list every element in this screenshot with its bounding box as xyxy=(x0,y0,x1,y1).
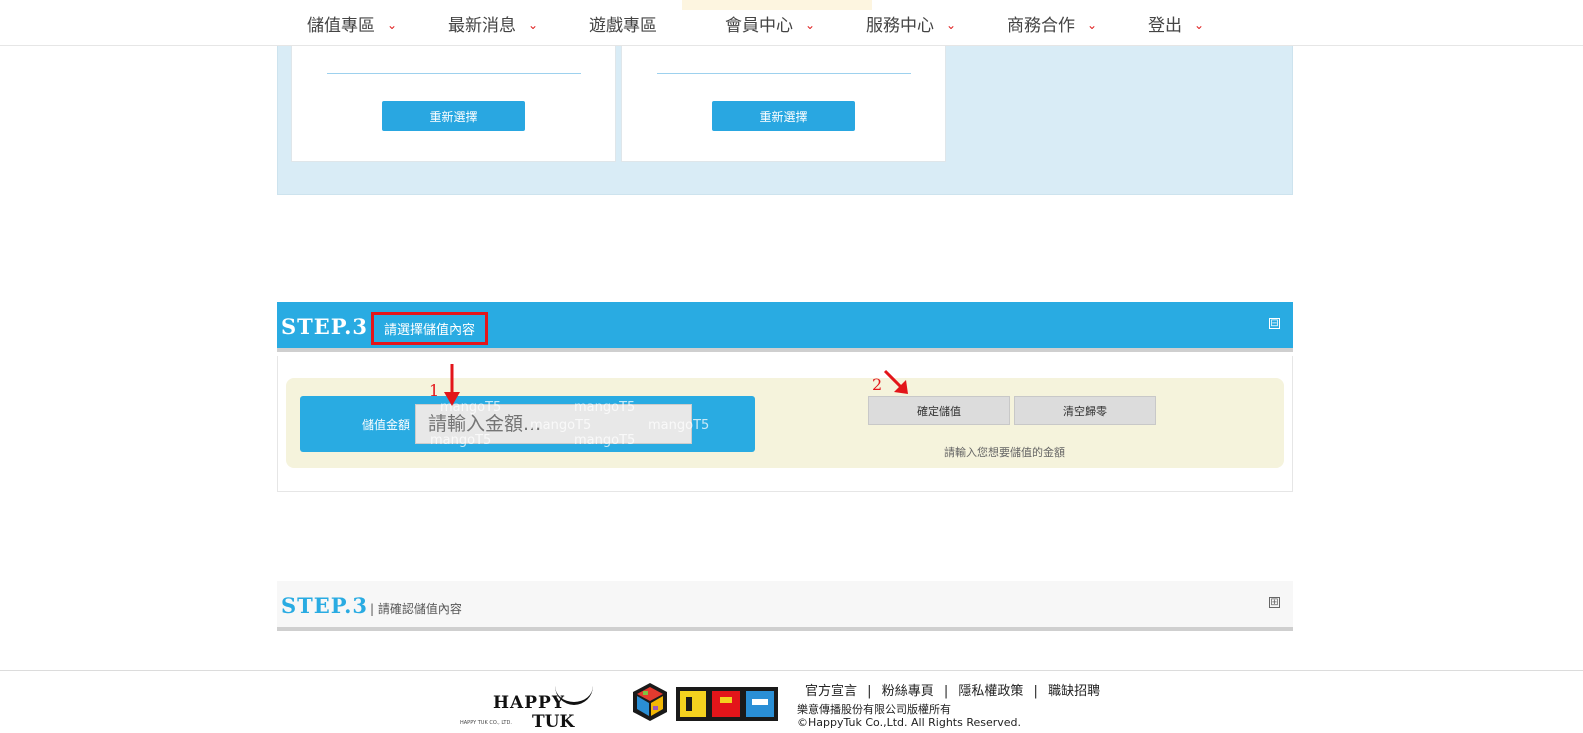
logo-small-text: HAPPY TUK CO., LTD. xyxy=(460,720,512,726)
nav-item-games[interactable]: 遊戲專區 xyxy=(589,10,657,36)
clear-button[interactable]: 清空歸零 xyxy=(1014,396,1156,425)
chevron-down-icon: ⌄ xyxy=(387,17,398,32)
nav-item-label: 遊戲專區 xyxy=(589,15,657,36)
nav-item-label: 最新消息 xyxy=(448,15,516,36)
arrow-diagonal-icon xyxy=(883,369,908,394)
divider xyxy=(657,73,911,74)
top-navigation: 儲值專區 ⌄ 最新消息 ⌄ 遊戲專區 會員中心 ⌄ 服務中心 ⌄ 商務合作 ⌄ … xyxy=(0,0,1583,46)
step2-selection-area: 重新選擇 重新選擇 xyxy=(277,46,1293,195)
step3-header[interactable]: STEP.3 請選擇儲值內容 ⊟ xyxy=(277,302,1293,352)
nav-item-label: 儲值專區 xyxy=(307,15,375,36)
step-label: STEP.3 xyxy=(281,593,369,618)
amount-row: 儲值金額 mangoT5 mangoT5 mangoT5 mangoT5 man… xyxy=(300,396,755,452)
copyright: ©HappyTuk Co.,Ltd. All Rights Reserved. xyxy=(797,716,1022,729)
nav-item-logout[interactable]: 登出 ⌄ xyxy=(1148,10,1204,36)
nav-item-label: 商務合作 xyxy=(1007,15,1075,36)
amount-label: 儲值金額 xyxy=(362,418,411,432)
cube-logo-icon xyxy=(633,683,667,721)
chevron-down-icon: ⌄ xyxy=(528,17,539,32)
nav-item-service[interactable]: 服務中心 ⌄ xyxy=(866,10,956,36)
separator: | xyxy=(1033,684,1038,699)
collapse-icon[interactable]: ⊟ xyxy=(1269,318,1280,329)
annotation-number: 2 xyxy=(872,375,883,394)
footer: HAPPY TUK HAPPY TUK CO., LTD. 官方宣言 | 粉絲專… xyxy=(0,670,1583,732)
chevron-down-icon: ⌄ xyxy=(1194,17,1205,32)
reselect-button[interactable]: 重新選擇 xyxy=(712,101,855,131)
footer-link-privacy[interactable]: 隱私權政策 xyxy=(958,684,1023,699)
separator: | xyxy=(867,684,872,699)
nav-item-topup[interactable]: 儲值專區 ⌄ xyxy=(307,10,397,36)
annotation-number: 1 xyxy=(429,381,440,400)
company-name: 樂意傳播股份有限公司版權所有 xyxy=(797,703,951,716)
nav-item-label: 服務中心 xyxy=(866,15,934,36)
chevron-down-icon: ⌄ xyxy=(1087,17,1098,32)
nav-item-label: 會員中心 xyxy=(725,15,793,36)
nav-item-member[interactable]: 會員中心 ⌄ xyxy=(725,10,815,36)
pixel-logo-icon xyxy=(676,687,778,721)
reselect-button[interactable]: 重新選擇 xyxy=(382,101,525,131)
arrow-down-icon xyxy=(444,364,460,406)
amount-input[interactable] xyxy=(415,404,692,444)
footer-link-fanpage[interactable]: 粉絲專頁 xyxy=(882,684,934,699)
logo-text: HAPPY xyxy=(493,693,565,713)
chevron-down-icon: ⌄ xyxy=(946,17,957,32)
amount-hint: 請輸入您想要儲值的金額 xyxy=(944,446,1065,459)
step3-confirm-header[interactable]: STEP.3 | 請確認儲值內容 ⊞ xyxy=(277,581,1293,631)
nav-item-business[interactable]: 商務合作 ⌄ xyxy=(1007,10,1097,36)
chevron-down-icon: ⌄ xyxy=(805,17,816,32)
logo-text: TUK xyxy=(532,712,575,732)
nav-item-news[interactable]: 最新消息 ⌄ xyxy=(448,10,538,36)
nav-logo-tab xyxy=(682,0,872,10)
selection-card: 重新選擇 xyxy=(291,46,616,162)
step-label: STEP.3 xyxy=(281,314,369,339)
expand-icon[interactable]: ⊞ xyxy=(1269,597,1280,608)
step-subtitle-highlighted: 請選擇儲值內容 xyxy=(371,312,488,345)
step3-body: 儲值金額 mangoT5 mangoT5 mangoT5 mangoT5 man… xyxy=(277,356,1293,492)
divider xyxy=(327,73,581,74)
selection-card: 重新選擇 xyxy=(621,46,946,162)
footer-link-statement[interactable]: 官方宣言 xyxy=(805,684,857,699)
footer-links: 官方宣言 | 粉絲專頁 | 隱私權政策 | 職缺招聘 xyxy=(805,680,1100,699)
step-subtitle: | 請確認儲值內容 xyxy=(370,602,462,616)
happytuk-logo: HAPPY TUK HAPPY TUK CO., LTD. xyxy=(460,679,600,733)
nav-item-label: 登出 xyxy=(1148,15,1182,36)
confirm-topup-button[interactable]: 確定儲值 xyxy=(868,396,1010,425)
separator: | xyxy=(943,684,949,699)
footer-link-careers[interactable]: 職缺招聘 xyxy=(1048,684,1100,699)
